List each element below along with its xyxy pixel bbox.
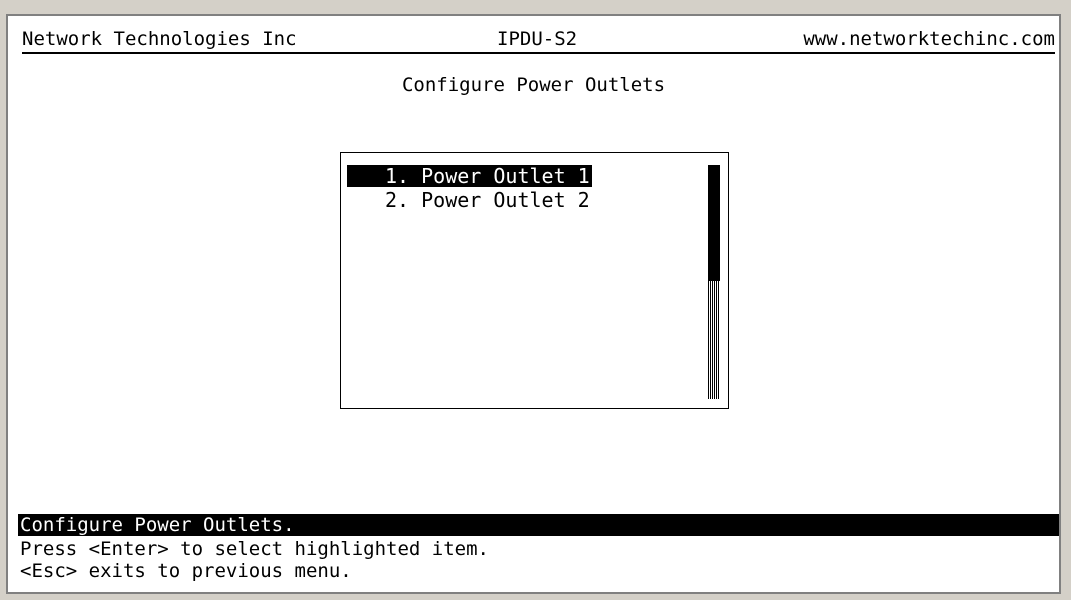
menu-scrollbar[interactable]	[708, 165, 720, 399]
help-line-enter: Press <Enter> to select highlighted item…	[20, 538, 489, 560]
website-link[interactable]: www.networktechinc.com	[803, 28, 1055, 50]
header-bar: Network Technologies Inc IPDU-S2 www.net…	[22, 26, 1055, 54]
outlet-menu: 1. Power Outlet 1 2. Power Outlet 2	[340, 152, 729, 409]
terminal-window: Network Technologies Inc IPDU-S2 www.net…	[6, 14, 1061, 594]
menu-item-power-outlet-1[interactable]: 1. Power Outlet 1	[347, 165, 592, 187]
scrollbar-thumb[interactable]	[708, 165, 720, 281]
status-line: Configure Power Outlets.	[18, 514, 1059, 536]
menu-item-power-outlet-2[interactable]: 2. Power Outlet 2	[347, 189, 592, 211]
page-title: Configure Power Outlets	[401, 74, 666, 96]
device-model: IPDU-S2	[497, 28, 578, 50]
company-name: Network Technologies Inc	[22, 28, 297, 50]
help-line-esc: <Esc> exits to previous menu.	[20, 560, 352, 582]
